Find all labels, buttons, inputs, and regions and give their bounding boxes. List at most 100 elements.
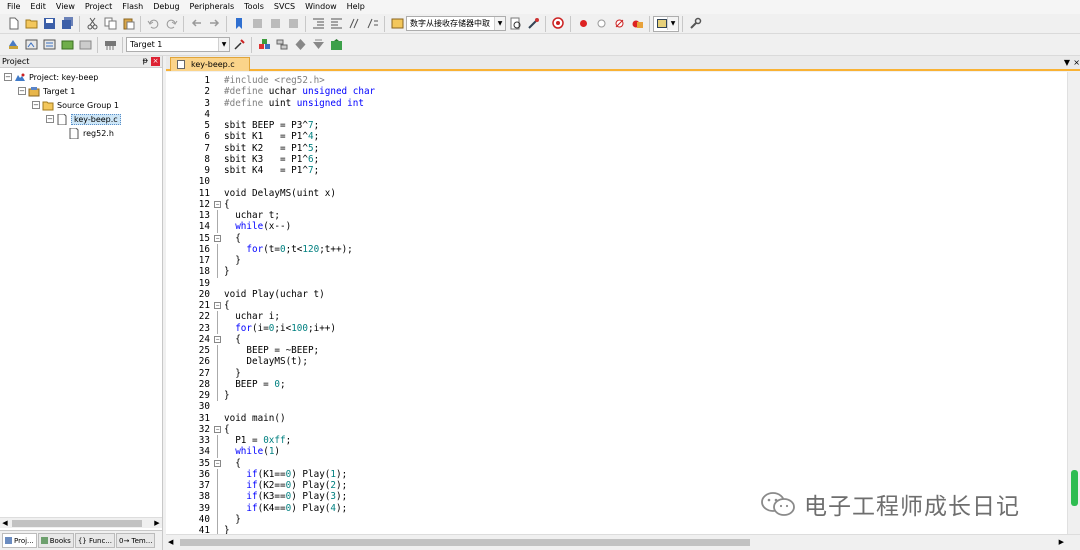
tree-item-target[interactable]: − Target 1 [0, 84, 162, 98]
tab-templates[interactable]: 0→ Tem... [116, 533, 156, 548]
scroll-left-icon[interactable]: ◀ [0, 518, 10, 529]
translate-icon[interactable] [5, 37, 21, 53]
download-icon[interactable] [102, 37, 118, 53]
menu-edit[interactable]: Edit [25, 0, 51, 14]
fold-toggle-icon[interactable]: − [214, 234, 221, 242]
clear-bookmarks-icon[interactable] [285, 16, 301, 32]
menu-view[interactable]: View [51, 0, 80, 14]
wrench-icon[interactable] [687, 16, 703, 32]
chevron-down-icon[interactable]: ▼ [494, 17, 505, 30]
editor-horizontal-scrollbar[interactable]: ◀ ▶ [166, 534, 1080, 550]
scrollbar-thumb[interactable] [1071, 470, 1078, 506]
open-folder-icon[interactable] [23, 16, 39, 32]
chevron-down-icon[interactable]: ▼ [667, 16, 678, 30]
close-icon[interactable]: × [151, 57, 160, 66]
tab-key-beep-c[interactable]: key-beep.c [170, 57, 250, 71]
line-number: 12 [198, 198, 210, 210]
undo-icon[interactable] [145, 16, 161, 32]
close-icon[interactable]: × [1073, 58, 1080, 67]
collapse-icon[interactable]: − [32, 101, 40, 109]
manage-components-icon[interactable] [256, 37, 272, 53]
green-pack-icon[interactable] [328, 37, 344, 53]
collapse-icon[interactable]: − [46, 115, 54, 123]
editor-vertical-scrollbar[interactable] [1067, 72, 1080, 534]
code-text: BEEP = ~BEEP; [224, 345, 320, 356]
scroll-right-icon[interactable]: ▶ [152, 518, 162, 529]
fold-toggle-icon[interactable]: − [214, 425, 221, 433]
incremental-find-icon[interactable] [525, 16, 541, 32]
menu-help[interactable]: Help [342, 0, 370, 14]
tree-item-key-beep-c[interactable]: − key-beep.c [0, 112, 162, 126]
nav-back-icon[interactable] [188, 16, 204, 32]
bookmark-icon[interactable] [231, 16, 247, 32]
comment-icon[interactable] [346, 16, 362, 32]
nav-forward-icon[interactable] [206, 16, 222, 32]
diamond-icon[interactable] [292, 37, 308, 53]
new-file-icon[interactable] [5, 16, 21, 32]
collapse-icon[interactable]: − [4, 73, 12, 81]
uncomment-icon[interactable] [364, 16, 380, 32]
menu-tools[interactable]: Tools [239, 0, 269, 14]
redo-icon[interactable] [163, 16, 179, 32]
tree-item-project[interactable]: − Project: key-beep [0, 70, 162, 84]
chevron-down-icon[interactable]: ▼ [1064, 58, 1070, 67]
menu-file[interactable]: File [2, 0, 25, 14]
code-editor[interactable]: 1 #include <reg52.h> 2 #define uchar unsign… [166, 72, 1067, 534]
find-combo[interactable]: 数字从接收存储器中取 ▼ [406, 16, 506, 31]
collapse-icon[interactable]: − [18, 87, 26, 95]
tab-project[interactable]: Proj... [2, 533, 37, 548]
paste-icon[interactable] [120, 16, 136, 32]
menu-project[interactable]: Project [80, 0, 117, 14]
build-icon[interactable] [23, 37, 39, 53]
tree-item-source-group[interactable]: − Source Group 1 [0, 98, 162, 112]
fold-toggle-icon[interactable]: − [214, 459, 221, 467]
target-combo[interactable]: Target 1 ▼ [126, 37, 230, 52]
find-in-files-icon[interactable] [389, 16, 405, 32]
scrollbar-thumb[interactable] [180, 539, 750, 546]
prev-bookmark-icon[interactable] [249, 16, 265, 32]
menu-flash[interactable]: Flash [117, 0, 148, 14]
scrollbar-thumb[interactable] [12, 520, 142, 527]
toolbar-separator [97, 36, 98, 53]
code-text: { [224, 300, 230, 311]
debug-icon[interactable] [550, 16, 566, 32]
indent-icon[interactable] [310, 16, 326, 32]
kill-breakpoints-icon[interactable] [629, 16, 645, 32]
tab-functions[interactable]: {} Func... [74, 533, 115, 548]
scroll-left-icon[interactable]: ◀ [168, 538, 173, 546]
menu-svcs[interactable]: SVCS [269, 0, 300, 14]
fold-toggle-icon[interactable]: − [214, 302, 221, 309]
outdent-icon[interactable] [328, 16, 344, 32]
project-horizontal-scrollbar[interactable]: ◀ ▶ [0, 517, 162, 528]
file-extensions-icon[interactable] [274, 37, 290, 53]
pin-icon[interactable]: ᵽ [143, 56, 148, 65]
save-all-icon[interactable] [59, 16, 75, 32]
toolbar-separator [251, 36, 252, 53]
fold-toggle-icon[interactable]: − [214, 335, 221, 343]
rebuild-icon[interactable] [41, 37, 57, 53]
pack-installer-icon[interactable] [310, 37, 326, 53]
stop-build-icon[interactable] [77, 37, 93, 53]
chevron-down-icon[interactable]: ▼ [218, 38, 229, 51]
save-icon[interactable] [41, 16, 57, 32]
tab-books[interactable]: Books [37, 533, 74, 548]
cut-icon[interactable] [84, 16, 100, 32]
menu-debug[interactable]: Debug [148, 0, 184, 14]
options-icon[interactable] [231, 37, 247, 53]
tree-label-project: Project: key-beep [29, 72, 99, 82]
disable-all-breakpoints-icon[interactable] [611, 16, 627, 32]
window-layout-button[interactable]: ▼ [653, 15, 679, 32]
find-icon[interactable] [507, 16, 523, 32]
menu-window[interactable]: Window [300, 0, 342, 14]
next-bookmark-icon[interactable] [267, 16, 283, 32]
breakpoint-icon[interactable] [575, 16, 591, 32]
editor-tab-strip: key-beep.c ▼ × [166, 56, 1080, 71]
line-number: 1 [204, 75, 210, 86]
tree-item-reg52-h[interactable]: reg52.h [0, 126, 162, 140]
disabled-breakpoint-icon[interactable] [593, 16, 609, 32]
scroll-right-icon[interactable]: ▶ [1059, 538, 1064, 546]
fold-toggle-icon[interactable]: − [214, 200, 221, 208]
copy-icon[interactable] [102, 16, 118, 32]
menu-peripherals[interactable]: Peripherals [185, 0, 240, 14]
batch-build-icon[interactable] [59, 37, 75, 53]
